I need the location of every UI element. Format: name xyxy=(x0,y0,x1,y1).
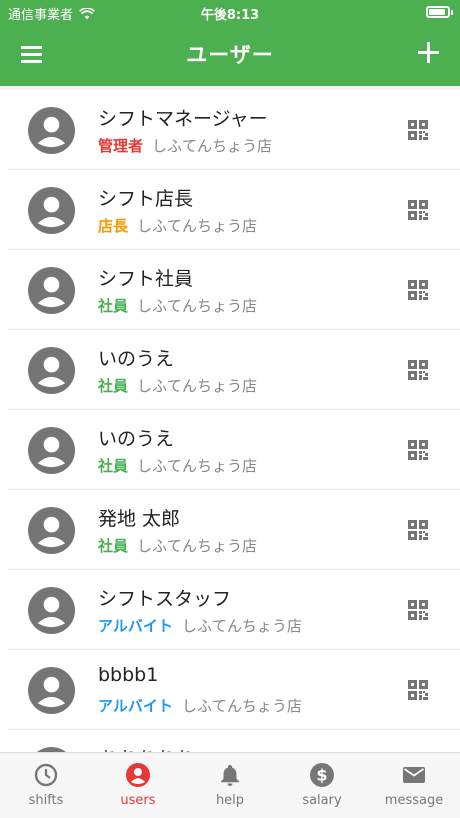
role-badge: 社員 xyxy=(98,377,129,395)
store-name: しふてんちょう店 xyxy=(137,297,258,315)
tab-label: shifts xyxy=(28,793,64,808)
avatar-icon xyxy=(28,507,75,554)
user-name: あああああ xyxy=(98,744,193,752)
avatar-icon xyxy=(28,427,75,474)
tab-label: message xyxy=(384,793,444,808)
user-meta: アルバイト しふてんちょう店 xyxy=(98,615,302,636)
bottom-tab-bar: shifts users help $ salary message xyxy=(0,752,460,818)
status-time: 午後8:13 xyxy=(200,8,260,23)
avatar-icon xyxy=(28,267,75,314)
dollar-icon: $ xyxy=(309,762,335,788)
user-row[interactable]: シフトマネージャー 管理者 しふてんちょう店 xyxy=(8,90,460,170)
user-name: シフト店長 xyxy=(98,188,194,210)
role-badge: 社員 xyxy=(98,297,129,315)
user-name: シフトマネージャー xyxy=(98,108,268,130)
user-name: シフトスタッフ xyxy=(98,588,232,610)
bell-icon xyxy=(217,762,243,788)
user-name: 発地 太郎 xyxy=(98,508,181,530)
role-badge: 社員 xyxy=(98,457,129,475)
qr-code-icon[interactable] xyxy=(406,118,430,142)
tab-message[interactable]: message xyxy=(368,753,460,818)
role-badge: 社員 xyxy=(98,537,129,555)
app-bar: ユーザー xyxy=(0,24,460,86)
store-name: しふてんちょう店 xyxy=(181,617,302,635)
role-badge: 管理者 xyxy=(98,137,144,155)
page-title: ユーザー xyxy=(186,43,274,67)
store-name: しふてんちょう店 xyxy=(137,457,258,475)
user-row[interactable]: あああああ xyxy=(8,730,460,752)
store-name: しふてんちょう店 xyxy=(137,217,258,235)
mail-icon xyxy=(401,762,427,788)
qr-code-icon[interactable] xyxy=(406,198,430,222)
avatar-icon xyxy=(28,587,75,634)
user-row[interactable]: いのうえ社員 しふてんちょう店 xyxy=(8,410,460,490)
user-name: いのうえ xyxy=(98,348,175,370)
qr-code-icon[interactable] xyxy=(406,598,430,622)
user-row[interactable]: 発地 太郎社員 しふてんちょう店 xyxy=(8,490,460,570)
tab-shifts[interactable]: shifts xyxy=(0,753,92,818)
svg-text:$: $ xyxy=(316,766,327,785)
store-name: しふてんちょう店 xyxy=(152,137,273,155)
role-badge: アルバイト xyxy=(98,697,173,715)
tab-help[interactable]: help xyxy=(184,753,276,818)
store-name: しふてんちょう店 xyxy=(137,537,258,555)
add-user-button[interactable] xyxy=(416,40,442,66)
tab-label: help xyxy=(215,793,245,808)
role-badge: 店長 xyxy=(98,217,129,235)
user-meta: 社員 しふてんちょう店 xyxy=(98,295,257,316)
qr-code-icon[interactable] xyxy=(406,518,430,542)
user-list: シフトマネージャー 管理者 しふてんちょう店 シフト店長 店長 しふてんちょう店 シフト社員… xyxy=(0,90,460,752)
user-row[interactable]: シフト店長店長 しふてんちょう店 xyxy=(8,170,460,250)
tab-label: users xyxy=(120,793,156,808)
avatar-icon xyxy=(28,347,75,394)
user-meta: アルバイト しふてんちょう店 xyxy=(98,695,302,716)
qr-code-icon[interactable] xyxy=(406,358,430,382)
user-row[interactable]: bbbb1 アルバイト しふてんちょう店 xyxy=(8,650,460,730)
user-row[interactable]: いのうえ社員 しふてんちょう店 xyxy=(8,330,460,410)
avatar-icon xyxy=(28,187,75,234)
tab-salary[interactable]: $ salary xyxy=(276,753,368,818)
status-bar: 通信事業者 午後8:13 xyxy=(0,0,460,24)
user-meta: 社員 しふてんちょう店 xyxy=(98,455,257,476)
qr-code-icon[interactable] xyxy=(406,438,430,462)
user-meta: 店長 しふてんちょう店 xyxy=(98,215,257,236)
tab-users[interactable]: users xyxy=(92,753,184,818)
user-meta: 社員 しふてんちょう店 xyxy=(98,535,257,556)
tab-label: salary xyxy=(302,793,342,808)
user-meta: 社員 しふてんちょう店 xyxy=(98,375,257,396)
user-meta: 管理者 しふてんちょう店 xyxy=(98,135,272,156)
user-name: bbbb1 xyxy=(98,664,159,686)
avatar-icon xyxy=(28,667,75,714)
user-row[interactable]: シフトスタッフアルバイト しふてんちょう店 xyxy=(8,570,460,650)
battery-icon xyxy=(426,6,453,18)
user-row[interactable]: シフト社員社員 しふてんちょう店 xyxy=(8,250,460,330)
person-icon xyxy=(125,762,151,788)
qr-code-icon[interactable] xyxy=(406,278,430,302)
user-name: シフト社員 xyxy=(98,268,194,290)
user-name: いのうえ xyxy=(98,428,175,450)
qr-code-icon[interactable] xyxy=(406,678,430,702)
avatar-icon xyxy=(28,107,75,154)
store-name: しふてんちょう店 xyxy=(137,377,258,395)
role-badge: アルバイト xyxy=(98,617,173,635)
store-name: しふてんちょう店 xyxy=(181,697,302,715)
clock-icon xyxy=(33,762,59,788)
